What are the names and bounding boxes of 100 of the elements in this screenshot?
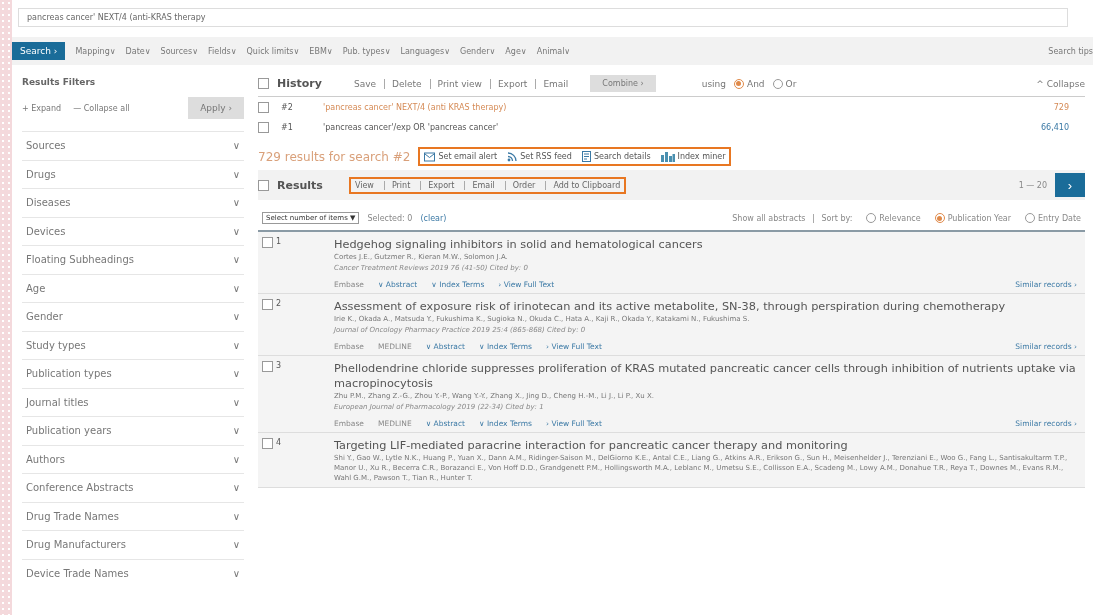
search-number: #2 xyxy=(281,102,294,112)
filter-label[interactable]: Age xyxy=(26,282,46,294)
filter-menu[interactable]: Fields∨ xyxy=(208,46,237,56)
results-action[interactable]: Add to Clipboard xyxy=(545,180,621,190)
show-abstracts-link[interactable]: Show all abstracts xyxy=(732,213,806,223)
search-tool-link[interactable]: Set email alert xyxy=(424,151,498,162)
apply-button[interactable]: Apply › xyxy=(188,97,244,119)
filter-menu[interactable]: Gender∨ xyxy=(460,46,496,56)
search-tool-link[interactable]: Index miner xyxy=(660,151,726,162)
filter-label[interactable]: Devices xyxy=(26,225,66,237)
history-action[interactable]: Delete xyxy=(384,78,422,89)
article-title[interactable]: Hedgehog signaling inhibitors in solid and hematological cancers xyxy=(334,237,1077,252)
next-page-button[interactable]: › xyxy=(1055,173,1085,197)
checkbox[interactable] xyxy=(262,361,273,372)
checkbox[interactable] xyxy=(258,179,269,191)
history-action[interactable]: Save xyxy=(353,78,377,89)
sort-label: Sort by: xyxy=(813,213,853,223)
collapse-all-link[interactable]: — Collapse all xyxy=(73,103,130,113)
sort-radio[interactable]: Relevance xyxy=(866,213,921,223)
search-tool-link[interactable]: Search details xyxy=(581,151,651,162)
chevron-icon[interactable]: ∨ xyxy=(232,567,240,579)
chevron-icon[interactable]: ∨ xyxy=(232,339,240,351)
filter-label[interactable]: Study types xyxy=(26,339,86,351)
chevron-icon[interactable]: ∨ xyxy=(232,368,240,380)
results-action[interactable]: Export xyxy=(420,180,455,190)
result-count-link[interactable]: 729 xyxy=(1053,102,1069,112)
article-title[interactable]: Assessment of exposure risk of irinotecan and its active metabolite, SN-38, through perspiration during chemotherapy xyxy=(334,299,1077,314)
filter-menu[interactable]: Languages∨ xyxy=(400,46,450,56)
using-label: using xyxy=(701,78,726,89)
checkbox[interactable] xyxy=(262,299,273,310)
search-button[interactable]: Search › xyxy=(12,42,66,60)
sort-radio[interactable]: Publication Year xyxy=(934,213,1012,223)
search-tool-link[interactable]: Set RSS feed xyxy=(507,151,572,162)
operator-radio[interactable]: And xyxy=(734,78,765,89)
article-title[interactable]: Targeting LIF-mediated paracrine interaction for pancreatic cancer therapy and monitoring xyxy=(334,438,1077,453)
filter-label[interactable]: Publication types xyxy=(26,368,112,380)
collapse-link[interactable]: ^ Collapse xyxy=(1036,78,1085,89)
chevron-icon[interactable]: ∨ xyxy=(232,539,240,551)
results-action[interactable]: Order xyxy=(504,180,536,190)
history-action[interactable]: Print view xyxy=(429,78,482,89)
history-action[interactable]: Export xyxy=(489,78,528,89)
result-count-link[interactable]: 66,410 xyxy=(1041,122,1069,132)
filter-menu[interactable]: Date∨ xyxy=(125,46,151,56)
filter-label[interactable]: Drug Manufacturers xyxy=(26,539,126,551)
search-query: 'pancreas cancer'/exp OR 'pancreas cancer' xyxy=(323,122,500,132)
filter-menu[interactable]: Sources∨ xyxy=(160,46,199,56)
chevron-icon[interactable]: ∨ xyxy=(232,510,240,522)
filter-label[interactable]: Drugs xyxy=(26,168,56,180)
chevron-icon[interactable]: ∨ xyxy=(232,396,240,408)
filter-label[interactable]: Floating Subheadings xyxy=(26,254,134,266)
result-number: 3 xyxy=(276,361,282,370)
filter-label[interactable]: Drug Trade Names xyxy=(26,510,119,522)
filter-label[interactable]: Device Trade Names xyxy=(26,567,129,579)
history-action[interactable]: Email xyxy=(535,78,569,89)
expand-link[interactable]: + Expand xyxy=(22,103,62,113)
checkbox[interactable] xyxy=(262,438,273,449)
bar-chart-icon xyxy=(660,151,675,162)
filter-menu[interactable]: Age∨ xyxy=(505,46,527,56)
filter-label[interactable]: Journal titles xyxy=(26,396,89,408)
result-number: 1 xyxy=(276,237,282,246)
filter-label[interactable]: Publication years xyxy=(26,425,112,437)
envelope-icon xyxy=(424,151,436,162)
combine-button[interactable]: Combine › xyxy=(590,75,656,92)
filter-menu[interactable]: Quick limits∨ xyxy=(246,46,300,56)
chevron-icon[interactable]: ∨ xyxy=(232,254,240,266)
search-field[interactable]: pancreas cancer' NEXT/4 (anti-KRAS therapy xyxy=(18,8,1068,27)
search-tips-link[interactable]: Search tips xyxy=(1048,46,1093,56)
checkbox[interactable] xyxy=(258,78,269,89)
checkbox[interactable] xyxy=(262,237,273,248)
filter-label[interactable]: Authors xyxy=(26,453,65,465)
chevron-icon[interactable]: ∨ xyxy=(232,311,240,323)
selected-count: Selected: 0 xyxy=(367,213,413,223)
filter-label[interactable]: Gender xyxy=(26,311,63,323)
chevron-icon[interactable]: ∨ xyxy=(232,140,240,152)
chevron-icon[interactable]: ∨ xyxy=(232,282,240,294)
history-title: History xyxy=(277,77,322,90)
page-range: 1 — 20 xyxy=(1018,180,1047,190)
results-action[interactable]: Print xyxy=(383,180,411,190)
chevron-icon[interactable]: ∨ xyxy=(232,197,240,209)
results-action[interactable]: View xyxy=(354,180,374,190)
filter-menu[interactable]: Animal∨ xyxy=(536,46,571,56)
filter-menu[interactable]: Pub. types∨ xyxy=(342,46,391,56)
chevron-icon[interactable]: ∨ xyxy=(232,225,240,237)
results-action[interactable]: Email xyxy=(464,180,495,190)
operator-radio[interactable]: Or xyxy=(772,78,797,89)
filter-menu[interactable]: EBM∨ xyxy=(309,46,333,56)
clear-link[interactable]: (clear) xyxy=(420,213,447,223)
chevron-icon[interactable]: ∨ xyxy=(232,425,240,437)
chevron-icon[interactable]: ∨ xyxy=(232,453,240,465)
result-number: 2 xyxy=(276,299,282,308)
filter-menu[interactable]: Mapping∨ xyxy=(75,46,116,56)
filter-label[interactable]: Sources xyxy=(26,140,66,152)
article-title[interactable]: Phellodendrine chloride suppresses proliferation of KRAS mutated pancreatic cancer cells through inhibition of nutrients uptake via macropinocytosis xyxy=(334,361,1077,391)
checkbox[interactable] xyxy=(258,101,269,113)
filter-label[interactable]: Diseases xyxy=(26,197,71,209)
filter-label[interactable]: Conference Abstracts xyxy=(26,482,134,494)
chevron-icon[interactable]: ∨ xyxy=(232,168,240,180)
chevron-icon[interactable]: ∨ xyxy=(232,482,240,494)
checkbox[interactable] xyxy=(258,121,269,133)
sort-radio[interactable]: Entry Date xyxy=(1025,213,1081,223)
